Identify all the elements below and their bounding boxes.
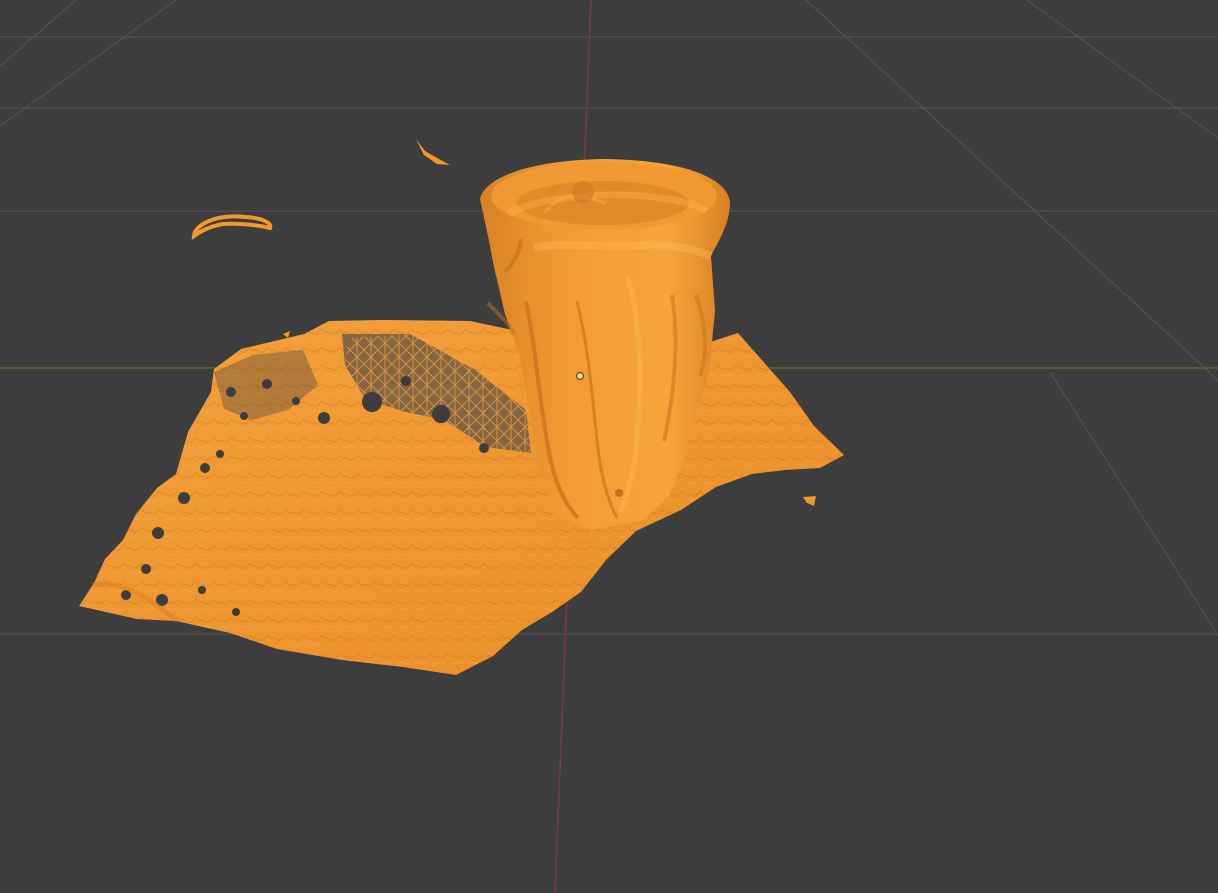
scanned-mesh-ground[interactable] <box>79 320 844 675</box>
object-origin-point[interactable] <box>576 372 584 380</box>
viewport-scene[interactable] <box>0 0 1218 893</box>
3d-viewport[interactable] <box>0 0 1218 893</box>
